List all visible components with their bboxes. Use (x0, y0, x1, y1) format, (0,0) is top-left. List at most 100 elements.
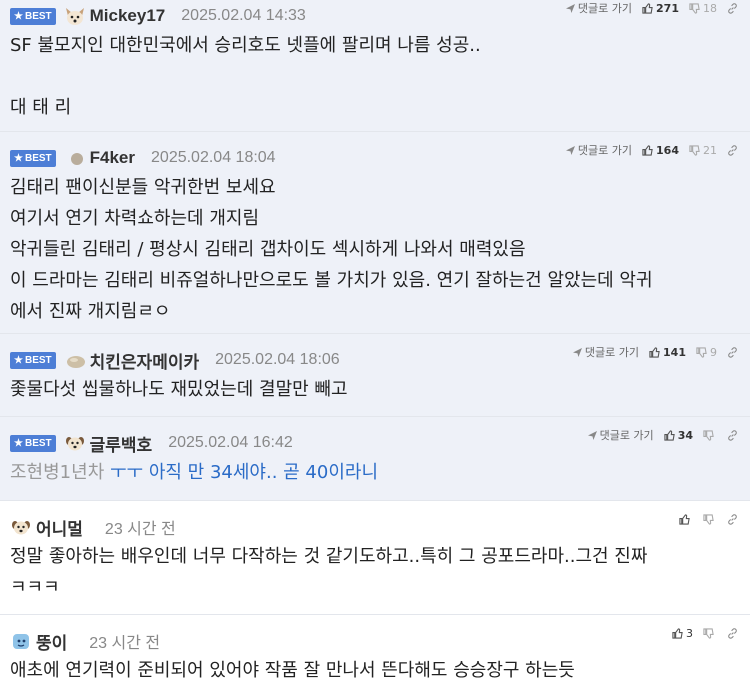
comment-line: 대 태 리 (10, 97, 72, 118)
comment-item: ★ BEST 글루백호 2025.02.04 16:42 댓글로 가기 34 조… (0, 417, 750, 501)
comment-line: 조현병1년차 ㅜㅜ 아직 만 34세야.. 곧 40이라니 (10, 457, 740, 488)
comment-actions: 댓글로 가기 164 21 (565, 142, 738, 158)
comment-line: 좇물다섯 씹물하나도 재밌었는데 결말만 빼고 (10, 379, 348, 400)
downvote-button[interactable]: 18 (689, 2, 717, 15)
thumbs-down-icon (703, 429, 714, 441)
best-badge: ★ BEST (10, 7, 56, 25)
comment-author[interactable]: Mickey17 (90, 6, 166, 26)
best-label: BEST (24, 10, 52, 22)
share-link-button[interactable] (727, 429, 738, 441)
comment-author[interactable]: 치킨은자메이카 (90, 348, 199, 373)
star-icon: ★ (14, 10, 23, 22)
comment-date: 2025.02.04 16:42 (168, 434, 293, 451)
upvote-button[interactable]: 141 (649, 346, 686, 359)
comment-date: 2025.02.04 18:04 (151, 149, 276, 166)
downvote-count: 21 (703, 143, 717, 157)
thumbs-down-icon (703, 627, 714, 639)
reply-link[interactable]: 댓글로 가기 (587, 427, 654, 443)
upvote-button[interactable] (679, 513, 693, 525)
comment-line (10, 61, 740, 92)
dog-face-icon (10, 517, 32, 537)
comment-date: 23 시간 전 (104, 521, 176, 538)
send-icon (587, 430, 597, 440)
comment-actions: 3 (672, 625, 738, 641)
comment-line: 악귀들린 김태리 / 평상시 김태리 갭차이도 섹시하게 나와서 매력있음 (10, 239, 526, 260)
share-link-button[interactable] (727, 2, 738, 14)
link-icon (728, 346, 737, 358)
comment-line: 여기서 연기 차력쇼하는데 개지림 (10, 208, 260, 229)
comment-actions: 댓글로 가기 271 18 (565, 0, 738, 16)
thumbs-up-icon (642, 144, 653, 156)
send-icon (565, 3, 575, 13)
comment-item: ★ BEST F4ker 2025.02.04 18:04 댓글로 가기 164 … (0, 132, 750, 334)
comment-line: 김태리 팬이신분들 악귀한번 보세요 (10, 177, 276, 198)
upvote-count: 34 (677, 428, 693, 442)
comment-body: 정말 좋아하는 배우인데 너무 다작하는 것 같기도하고..특히 그 공포드라마… (10, 539, 740, 603)
comment-author[interactable]: 어니멀 (36, 515, 83, 540)
reply-link[interactable]: 댓글로 가기 (572, 344, 640, 360)
upvote-button[interactable]: 271 (642, 2, 679, 15)
upvote-button[interactable]: 3 (672, 627, 693, 640)
comment-actions: 댓글로 가기 34 (587, 427, 738, 443)
comment-item: 어니멀 23 시간 전 정말 좋아하는 배우인데 너무 다작하는 것 같기도하고… (0, 501, 750, 615)
comment-line: 애초에 연기력이 준비되어 있어야 작품 잘 만나서 뜬다해도 승승장구 하는듯 (10, 660, 575, 681)
link-icon (728, 627, 737, 639)
comment-body: 좇물다섯 씹물하나도 재밌었는데 결말만 빼고 (10, 372, 740, 405)
downvote-button[interactable] (703, 627, 717, 639)
comment-author[interactable]: 글루백호 (90, 431, 153, 456)
comment-item: ★ BEST Mickey17 2025.02.04 14:33 댓글로 가기 2… (0, 0, 750, 132)
comment-line: 에서 진짜 개지림ㄹㅇ (10, 301, 171, 322)
best-badge: ★ BEST (10, 434, 56, 452)
upvote-button[interactable]: 164 (642, 144, 679, 157)
comment-body: SF 불모지인 대한민국에서 승리호도 넷플에 팔리며 나름 성공.. 대 태 … (10, 28, 740, 123)
downvote-count: 9 (710, 345, 717, 359)
thumbs-up-icon (649, 346, 660, 358)
star-icon: ★ (14, 354, 23, 366)
quoted-text[interactable]: ㅜㅜ 아직 만 34세야.. 곧 40이라니 (104, 462, 378, 483)
upvote-button[interactable]: 34 (664, 429, 693, 442)
comment-line: 정말 좋아하는 배우인데 너무 다작하는 것 같기도하고..특히 그 공포드라마… (10, 546, 648, 567)
blue-character-icon (10, 631, 32, 651)
downvote-button[interactable] (703, 429, 717, 441)
comment-list: ★ BEST Mickey17 2025.02.04 14:33 댓글로 가기 2… (0, 0, 750, 698)
comment-author[interactable]: F4ker (90, 148, 135, 168)
downvote-count: 18 (703, 1, 717, 15)
thumbs-up-icon (642, 2, 653, 14)
reply-link[interactable]: 댓글로 가기 (565, 0, 633, 16)
comment-body: 애초에 연기력이 준비되어 있어야 작품 잘 만나서 뜬다해도 승승장구 하는듯 (10, 653, 740, 686)
comment-header: 어니멀 23 시간 전 (10, 515, 740, 539)
share-link-button[interactable] (727, 144, 738, 156)
link-icon (728, 144, 737, 156)
thumbs-up-icon (672, 627, 683, 639)
reply-label: 댓글로 가기 (577, 2, 633, 15)
reply-link[interactable]: 댓글로 가기 (565, 142, 633, 158)
share-link-button[interactable] (727, 513, 738, 525)
thumbs-down-icon (689, 144, 700, 156)
comment-author[interactable]: 뚱이 (36, 629, 67, 654)
quoted-author[interactable]: 조현병1년차 (10, 462, 104, 483)
best-label: BEST (24, 437, 52, 449)
downvote-button[interactable] (703, 513, 717, 525)
best-badge: ★ BEST (10, 351, 56, 369)
best-label: BEST (24, 354, 52, 366)
star-icon: ★ (14, 152, 23, 164)
downvote-button[interactable]: 21 (689, 144, 717, 157)
comment-body: 조현병1년차 ㅜㅜ 아직 만 34세야.. 곧 40이라니 (10, 455, 740, 488)
comment-date: 23 시간 전 (89, 635, 161, 652)
link-icon (728, 513, 737, 525)
share-link-button[interactable] (727, 627, 738, 639)
downvote-button[interactable]: 9 (696, 346, 717, 359)
comment-line: ㅋㅋㅋ (10, 577, 60, 598)
reply-label: 댓글로 가기 (599, 429, 654, 442)
comment-line: 이 드라마는 김태리 비쥬얼하나만으로도 볼 가치가 있음. 연기 잘하는건 알… (10, 270, 653, 291)
share-link-button[interactable] (727, 346, 738, 358)
link-icon (728, 429, 737, 441)
thumbs-up-icon (679, 513, 690, 525)
upvote-count: 271 (656, 1, 679, 15)
send-icon (572, 347, 582, 357)
comment-item: 뚱이 23 시간 전 3 애초에 연기력이 준비되어 있어야 작품 잘 만나서 … (0, 615, 750, 698)
reply-label: 댓글로 가기 (577, 144, 633, 157)
comment-body: 김태리 팬이신분들 악귀한번 보세요 여기서 연기 차력쇼하는데 개지림 악귀들… (10, 170, 740, 327)
reply-label: 댓글로 가기 (584, 346, 640, 359)
comment-line: SF 불모지인 대한민국에서 승리호도 넷플에 팔리며 나름 성공.. (10, 35, 481, 56)
